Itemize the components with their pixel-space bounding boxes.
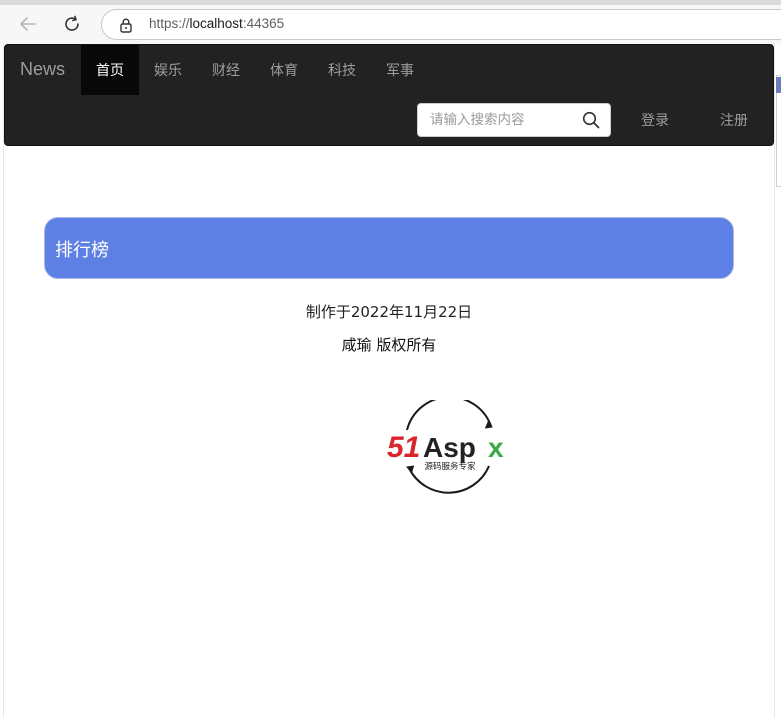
refresh-icon [65,15,79,31]
page-edge-left [3,44,4,718]
logo-text-x: x [488,432,504,463]
51aspx-logo: 51 Asp x 源码服务专家 [387,400,504,494]
footer-copyright: 咸瑜 版权所有 [341,336,437,354]
refresh-button[interactable] [60,13,84,35]
register-link[interactable]: 注册 [720,103,748,137]
site-navbar: News 首页 娱乐 财经 体育 科技 军事 登录 注册 [4,44,774,146]
nav-item-entertainment[interactable]: 娱乐 [139,45,197,95]
nav-item-finance[interactable]: 财经 [197,45,255,95]
nav-menu: 首页 娱乐 财经 体育 科技 军事 [81,45,429,95]
ranking-panel-heading: 排行榜 [44,217,734,279]
url-text: https://localhost:44365 [149,16,284,31]
lock-icon[interactable] [118,17,134,33]
url-host: localhost [189,16,243,31]
login-link[interactable]: 登录 [641,103,669,137]
logo-tagline-text: 源码服务专家 [424,461,476,472]
footer-made-on: 制作于2022年11月22日 [305,303,473,321]
logo-text-asp: Asp [423,432,476,463]
logo-tagline: 源码服务专家 [424,461,476,472]
search-box [417,103,611,137]
search-input[interactable] [418,104,578,136]
ranking-panel-title: 排行榜 [55,240,109,261]
url-port: :44365 [242,16,285,31]
logo-x: x [488,432,504,463]
nav-item-sports[interactable]: 体育 [255,45,313,95]
nav-item-military[interactable]: 军事 [371,45,429,95]
arrow-left-icon [20,17,36,31]
side-scrollbar-thumb[interactable] [776,77,781,93]
logo-asp: Asp [423,432,476,463]
logo-text-51: 51 [387,431,420,464]
url-protocol: https:// [149,16,190,31]
nav-item-home[interactable]: 首页 [81,45,139,95]
nav-item-tech[interactable]: 科技 [313,45,371,95]
address-bar[interactable]: https://localhost:44365 [101,9,781,40]
logo-51: 51 [387,431,420,464]
brand-link[interactable]: News [20,59,65,80]
back-button[interactable] [16,13,40,35]
page-edge-right [774,44,775,718]
browser-toolbar: https://localhost:44365 [0,5,781,44]
search-icon[interactable] [582,111,600,129]
